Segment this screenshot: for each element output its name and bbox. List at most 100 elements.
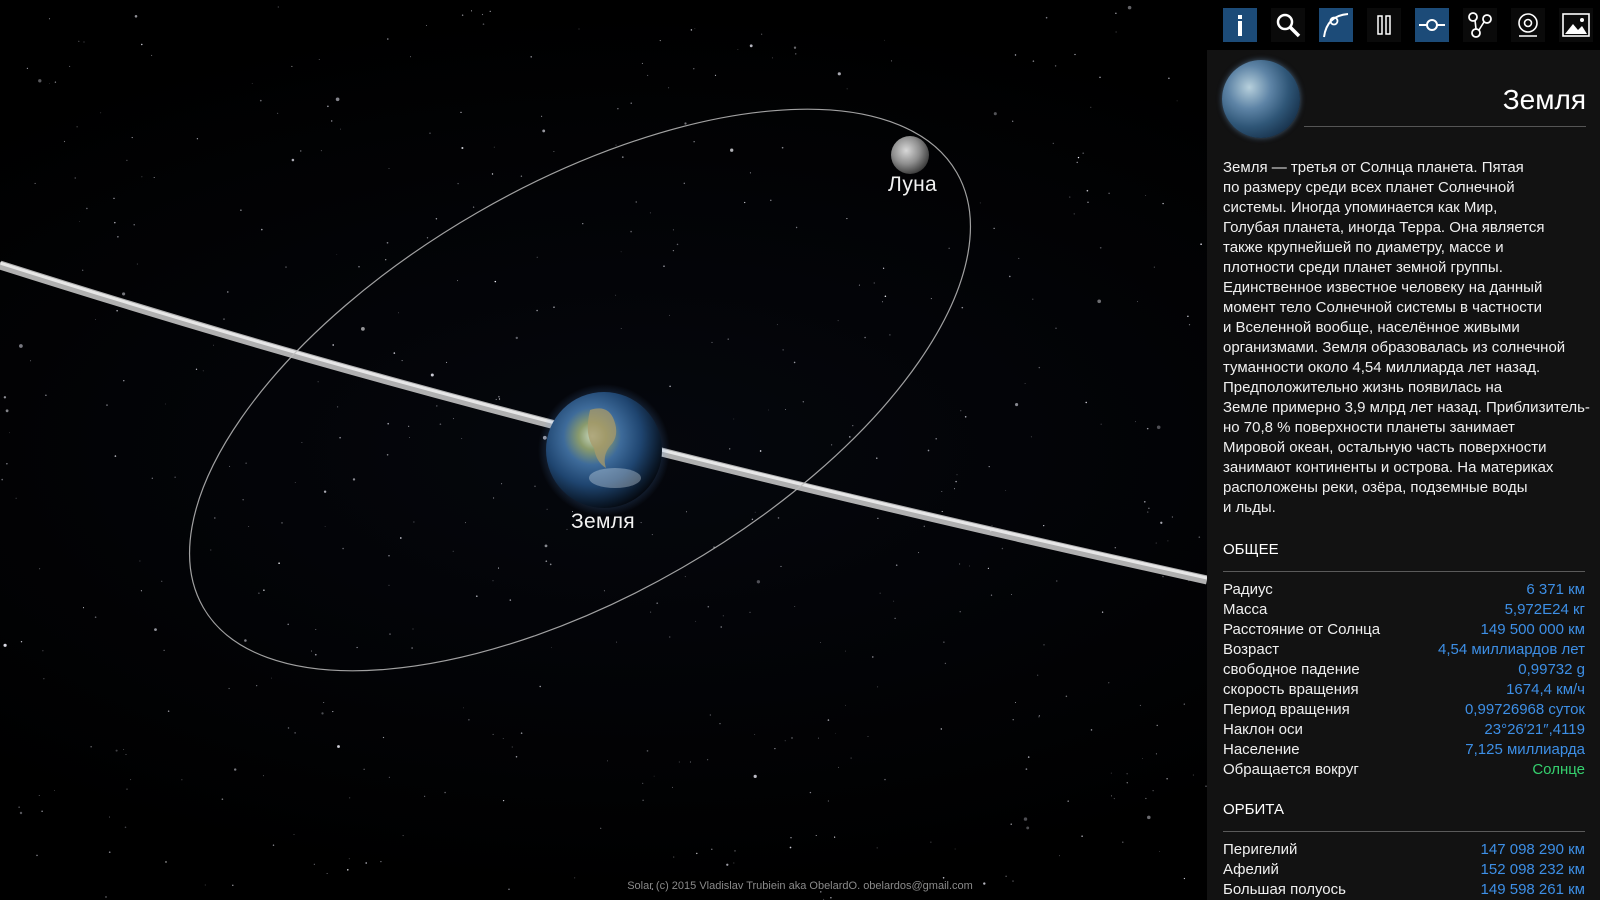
star (54, 790, 55, 791)
star (1167, 540, 1169, 542)
star (881, 301, 884, 303)
star (347, 869, 349, 871)
star (693, 141, 695, 143)
star (782, 349, 784, 351)
star (1052, 142, 1054, 145)
star (546, 508, 548, 510)
moon-planet[interactable] (891, 136, 929, 174)
star (987, 567, 990, 570)
star (1113, 798, 1115, 800)
star (324, 526, 326, 527)
star (1032, 60, 1035, 62)
star (393, 352, 396, 354)
star (287, 727, 290, 729)
star (411, 647, 413, 649)
star (711, 848, 713, 851)
star (261, 228, 263, 231)
star (457, 280, 459, 282)
star (321, 712, 324, 715)
scene-canvas[interactable] (0, 0, 1207, 900)
star (534, 485, 536, 488)
star (320, 150, 322, 152)
star (834, 836, 836, 838)
star (1077, 156, 1080, 159)
star (781, 146, 784, 149)
star (850, 757, 852, 759)
star (1026, 826, 1030, 830)
star (640, 522, 642, 524)
star (79, 221, 80, 223)
star (444, 791, 446, 794)
title-divider (1304, 126, 1586, 127)
star (793, 361, 796, 364)
star (36, 854, 38, 857)
planet-header: Земля (1222, 60, 1586, 140)
star (332, 344, 335, 346)
star (791, 737, 793, 739)
star (694, 28, 696, 30)
star (663, 265, 665, 267)
star (867, 736, 869, 737)
star (509, 599, 512, 601)
star (314, 653, 317, 656)
star (893, 600, 895, 602)
star (1155, 542, 1157, 544)
star (656, 602, 659, 605)
star (1067, 800, 1069, 802)
star (389, 633, 391, 635)
star (678, 761, 680, 763)
star (953, 488, 956, 490)
star (733, 418, 735, 420)
star (330, 120, 333, 122)
screenshot-button[interactable] (1559, 8, 1593, 42)
star (1081, 835, 1083, 838)
general-properties: Радиус 6 371 км Масса 5,972E24 кг Расстояние… (1223, 580, 1585, 780)
star (918, 552, 920, 554)
property-label: Радиус (1223, 581, 1273, 598)
star (1045, 16, 1048, 19)
info-button[interactable] (1223, 8, 1257, 42)
star (1122, 841, 1124, 843)
search-icon (1276, 13, 1301, 38)
star (115, 749, 118, 752)
star (136, 263, 138, 265)
star (530, 56, 532, 58)
property-row: Масса 5,972E24 кг (1223, 600, 1585, 620)
search-button[interactable] (1271, 8, 1305, 42)
description-line: плотности среди планет земной группы. (1223, 259, 1503, 276)
star (116, 310, 118, 312)
star (134, 15, 138, 18)
star (491, 173, 494, 175)
pause-button[interactable] (1367, 8, 1401, 42)
contact-button[interactable] (1511, 8, 1545, 42)
description-line: Единственное известное человеку на данны… (1223, 279, 1543, 296)
star (749, 611, 751, 614)
star (690, 29, 693, 31)
copyright-credit: Solar (c) 2015 Vladislav Trubiein aka Ob… (627, 880, 973, 892)
star (1086, 189, 1089, 192)
orbits-button[interactable] (1319, 8, 1353, 42)
star (876, 847, 878, 849)
property-row: Период вращения 0,99726968 суток (1223, 700, 1585, 720)
link-node-icon (1419, 19, 1445, 31)
star (1012, 120, 1014, 122)
star (676, 243, 679, 246)
star (641, 62, 643, 64)
star (961, 306, 964, 309)
star (730, 148, 734, 152)
earth-label[interactable]: Земля (571, 510, 635, 534)
share-button[interactable] (1463, 8, 1497, 42)
star (544, 544, 548, 548)
property-row: Расстояние от Солнца 149 500 000 км (1223, 620, 1585, 640)
link-button[interactable] (1415, 8, 1449, 42)
property-label: свободное падение (1223, 661, 1360, 678)
star (213, 344, 215, 346)
star (837, 72, 841, 76)
star (69, 65, 71, 67)
star (541, 115, 543, 117)
star (82, 269, 84, 271)
moon-label[interactable]: Луна (888, 173, 937, 197)
star (684, 122, 687, 125)
description-line: и льды. (1223, 499, 1276, 516)
star (1139, 704, 1141, 706)
